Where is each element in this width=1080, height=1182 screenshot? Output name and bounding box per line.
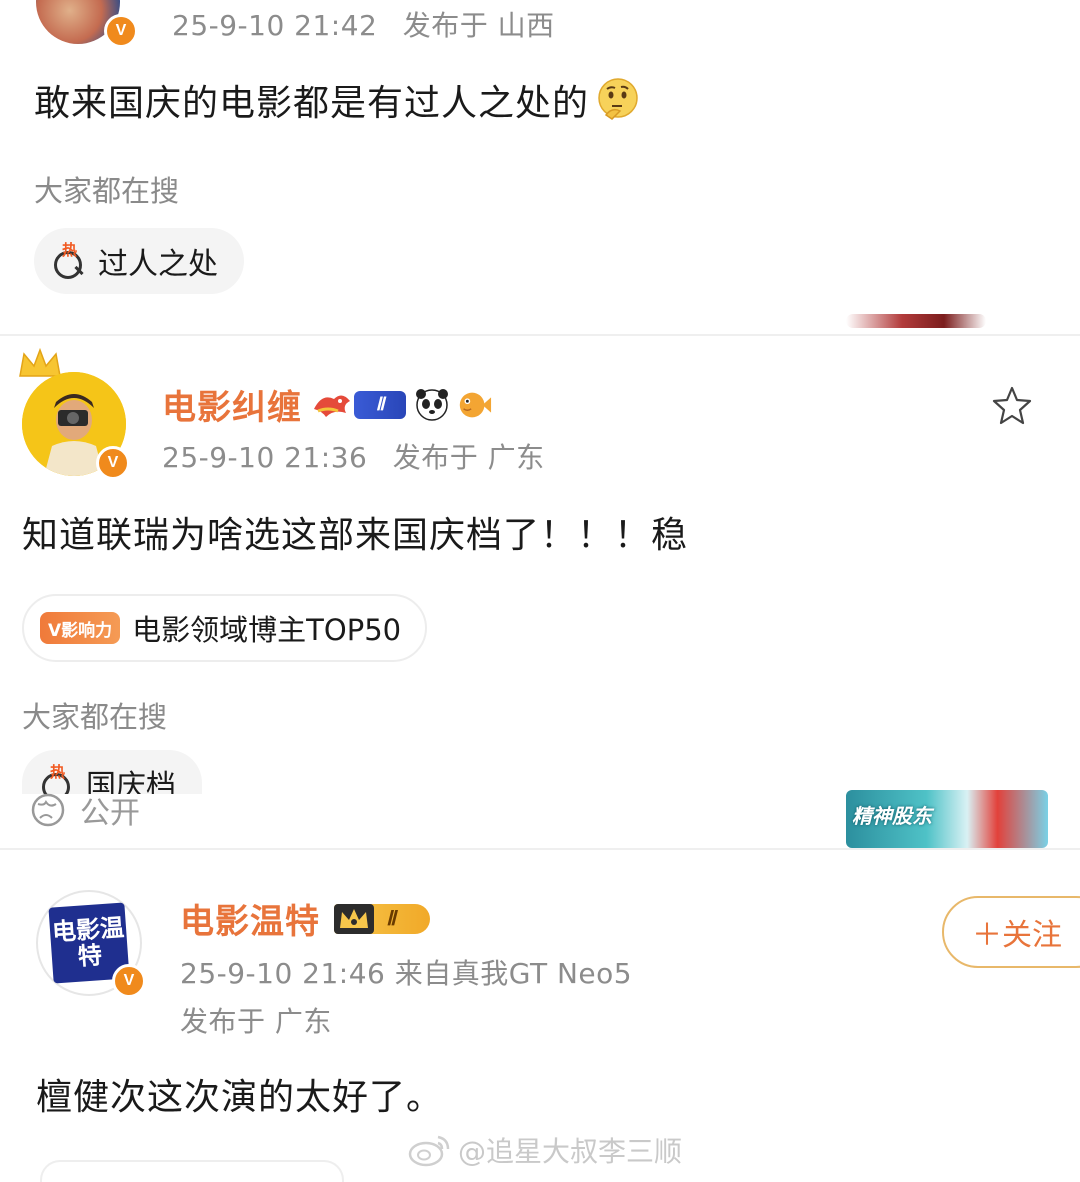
location: 发布于 广东	[392, 441, 545, 474]
level-badge: Ⅱ	[334, 903, 430, 934]
crown-icon	[334, 903, 374, 934]
divider	[0, 334, 1080, 336]
post-text-content: 敢来国庆的电影都是有过人之处的	[34, 83, 590, 124]
influence-text: 电影领域博主TOP50	[132, 613, 402, 647]
post-meta: 25-9-10 21:36 发布于 广东	[162, 436, 545, 476]
post-text: 敢来国庆的电影都是有过人之处的	[34, 74, 641, 126]
visibility-label: 公开	[80, 796, 140, 831]
hot-search-term: 过人之处	[98, 247, 218, 282]
promo-banner[interactable]: 精神股东	[846, 790, 1048, 848]
username[interactable]: 电影纠缠	[162, 380, 302, 429]
timestamp: 25-9-10 21:36	[162, 441, 368, 474]
verified-badge-icon: V	[96, 446, 130, 480]
post-meta: 25-9-10 21:42 发布于 山西	[172, 4, 555, 44]
username[interactable]: 电影温特	[180, 894, 320, 943]
search-section-label: 大家都在搜	[22, 700, 168, 734]
influence-chip[interactable]: V影响力 电影领域博主TOP50	[22, 594, 428, 662]
weibo-logo-icon	[408, 1135, 450, 1167]
hot-search-icon: 热	[52, 241, 88, 279]
hot-search-chip[interactable]: 热 过人之处	[34, 228, 244, 294]
verified-badge-icon: V	[112, 964, 146, 998]
chip-partial	[40, 1160, 344, 1182]
user-header: 电影纠缠 Ⅱ	[162, 380, 492, 429]
panda-icon	[414, 387, 450, 423]
globe-icon	[31, 793, 65, 827]
location: 发布于 广东	[180, 1005, 332, 1038]
pufferfish-icon	[456, 387, 492, 423]
decorative-streak	[846, 314, 986, 328]
watermark: @追星大叔李三顺	[408, 1130, 682, 1170]
follow-button[interactable]: ＋关注	[942, 896, 1080, 968]
watermark-text: @追星大叔李三顺	[458, 1135, 683, 1168]
influence-tag: V影响力	[40, 612, 121, 644]
search-section-label: 大家都在搜	[34, 174, 180, 208]
visibility[interactable]: 公开	[30, 788, 140, 832]
level-badge: Ⅱ	[354, 390, 406, 419]
dragon-icon	[314, 394, 350, 417]
divider	[0, 848, 1080, 850]
verified-badge-icon: V	[104, 14, 138, 48]
crown-icon	[19, 348, 61, 377]
star-icon[interactable]	[990, 384, 1034, 428]
location: 发布于 山西	[402, 9, 555, 42]
post-text: 知道联瑞为啥选这部来国庆档了！！！稳	[22, 515, 689, 556]
thinking-face-icon	[598, 78, 638, 120]
post-text: 檀健次这次演的太好了。	[36, 1077, 444, 1118]
user-header: 电影温特 Ⅱ	[180, 894, 430, 943]
level-number: Ⅱ	[386, 908, 396, 930]
promo-text: 精神股东	[852, 804, 932, 828]
timestamp: 25-9-10 21:42	[172, 9, 378, 42]
timestamp-device: 25-9-10 21:46 来自真我GT Neo5	[180, 957, 633, 990]
